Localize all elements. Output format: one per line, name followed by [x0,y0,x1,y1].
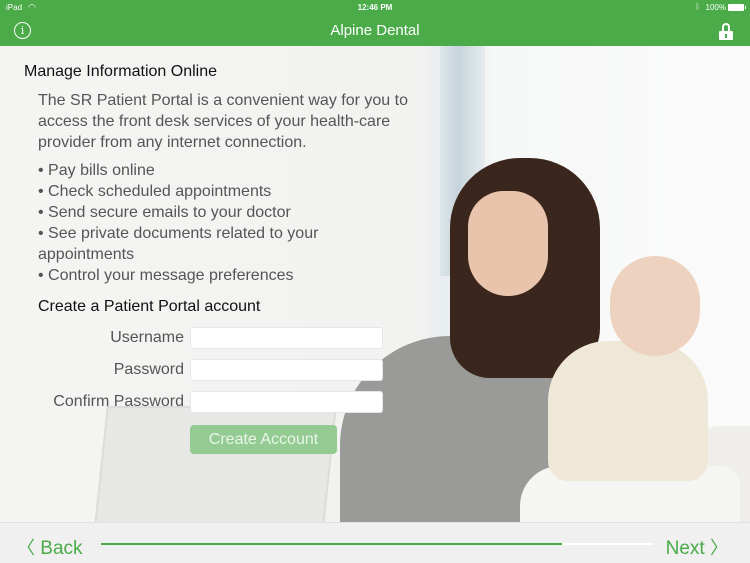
footer-bar: 〈 Back Next 〉 [0,522,750,563]
intro-text: The SR Patient Portal is a convenient wa… [38,92,408,151]
username-label: Username [110,329,184,346]
confirm-password-row: Confirm Password [0,391,390,413]
photo-baby-head [610,256,700,356]
main-content: Manage Information Online The SR Patient… [0,46,440,522]
username-row: Username [0,327,390,349]
username-input[interactable] [190,327,383,349]
status-bar: iPad ◠ 12:46 PM ᛒ 100% [0,0,750,16]
chevron-right-icon: 〉 [710,538,728,559]
nav-bar: i Alpine Dental [0,16,750,46]
status-time: 12:46 PM [357,3,393,12]
progress-fill [101,543,562,545]
battery-percent: 100% [705,3,726,12]
bluetooth-icon: ᛒ [695,2,700,11]
photo-mother-face [468,191,548,296]
app-title: Alpine Dental [330,22,420,39]
back-label: Back [40,538,83,559]
lock-body [719,31,733,40]
password-input[interactable] [190,359,383,381]
next-label: Next [665,538,705,559]
photo-baby-body [548,341,708,481]
confirm-password-label: Confirm Password [53,393,184,410]
chevron-left-icon: 〈 [17,538,35,559]
confirm-password-input[interactable] [190,391,383,413]
create-account-button[interactable]: Create Account [190,425,337,454]
unlock-icon[interactable] [719,23,733,40]
progress-track [101,543,653,545]
feature-list: • Pay bills online • Check scheduled app… [38,160,378,286]
password-row: Password [0,359,390,381]
password-label: Password [113,361,184,378]
form-title: Create a Patient Portal account [38,298,261,315]
back-button[interactable]: 〈 Back [17,534,83,560]
feature-item: • Pay bills online [38,162,155,179]
feature-item: • Control your message preferences [38,267,294,284]
feature-item: • See private documents related to your … [38,225,319,263]
next-button[interactable]: Next 〉 [666,534,728,560]
page-heading: Manage Information Online [24,63,217,80]
battery-icon [728,4,746,11]
feature-item: • Check scheduled appointments [38,183,272,200]
feature-item: • Send secure emails to your doctor [38,204,291,221]
